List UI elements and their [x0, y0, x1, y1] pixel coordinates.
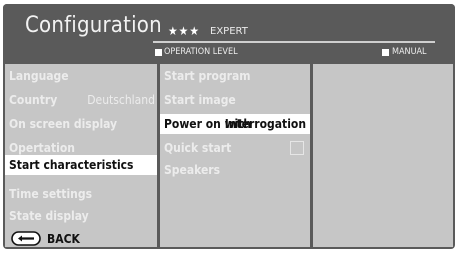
detail-column	[313, 64, 453, 247]
submenu-item-quick-start[interactable]: Quick start	[160, 138, 310, 158]
submenu-column: Start program Start image Power on with …	[160, 64, 310, 247]
manual-indicator[interactable]: MANUAL	[382, 47, 427, 57]
manual-label: MANUAL	[392, 47, 427, 57]
menu-item-state-display[interactable]: State display	[5, 206, 157, 226]
submenu-item-start-image[interactable]: Start image	[160, 90, 310, 110]
menu-item-start-characteristics[interactable]: Start characteristics	[5, 155, 157, 175]
square-bullet-icon	[155, 48, 162, 56]
submenu-item-speakers[interactable]: Speakers	[160, 160, 310, 180]
menu-item-language[interactable]: Language	[5, 66, 157, 86]
page-title: Configuration	[25, 13, 162, 38]
main-menu-column: Language Country Deutschland On screen d…	[5, 64, 157, 247]
power-on-value: Interrogation	[224, 117, 306, 131]
menu-item-on-screen-display[interactable]: On screen display	[5, 114, 157, 134]
back-label: BACK	[47, 231, 80, 246]
menu-header: Configuration ★★★ EXPERT OPERATION LEVEL…	[3, 4, 455, 64]
quick-start-checkbox[interactable]	[290, 141, 304, 155]
menu-item-country[interactable]: Country Deutschland	[5, 90, 157, 110]
tv-menu-screen: Configuration ★★★ EXPERT OPERATION LEVEL…	[3, 4, 455, 249]
level-stars-icon: ★★★	[168, 24, 201, 38]
square-bullet-icon	[382, 48, 389, 56]
submenu-item-start-program[interactable]: Start program	[160, 66, 310, 86]
submenu-item-power-on-with[interactable]: Power on with Interrogation	[160, 114, 310, 134]
back-button-icon	[11, 231, 41, 246]
menu-panels: Language Country Deutschland On screen d…	[5, 64, 453, 247]
menu-item-time-settings[interactable]: Time settings	[5, 184, 157, 204]
level-divider	[153, 41, 435, 43]
operation-level-label: OPERATION LEVEL	[164, 47, 238, 57]
country-value: Deutschland	[87, 93, 155, 107]
operation-level-name: EXPERT	[210, 26, 248, 37]
back-button[interactable]: BACK	[11, 231, 80, 246]
operation-level-indicator: OPERATION LEVEL	[155, 47, 238, 57]
